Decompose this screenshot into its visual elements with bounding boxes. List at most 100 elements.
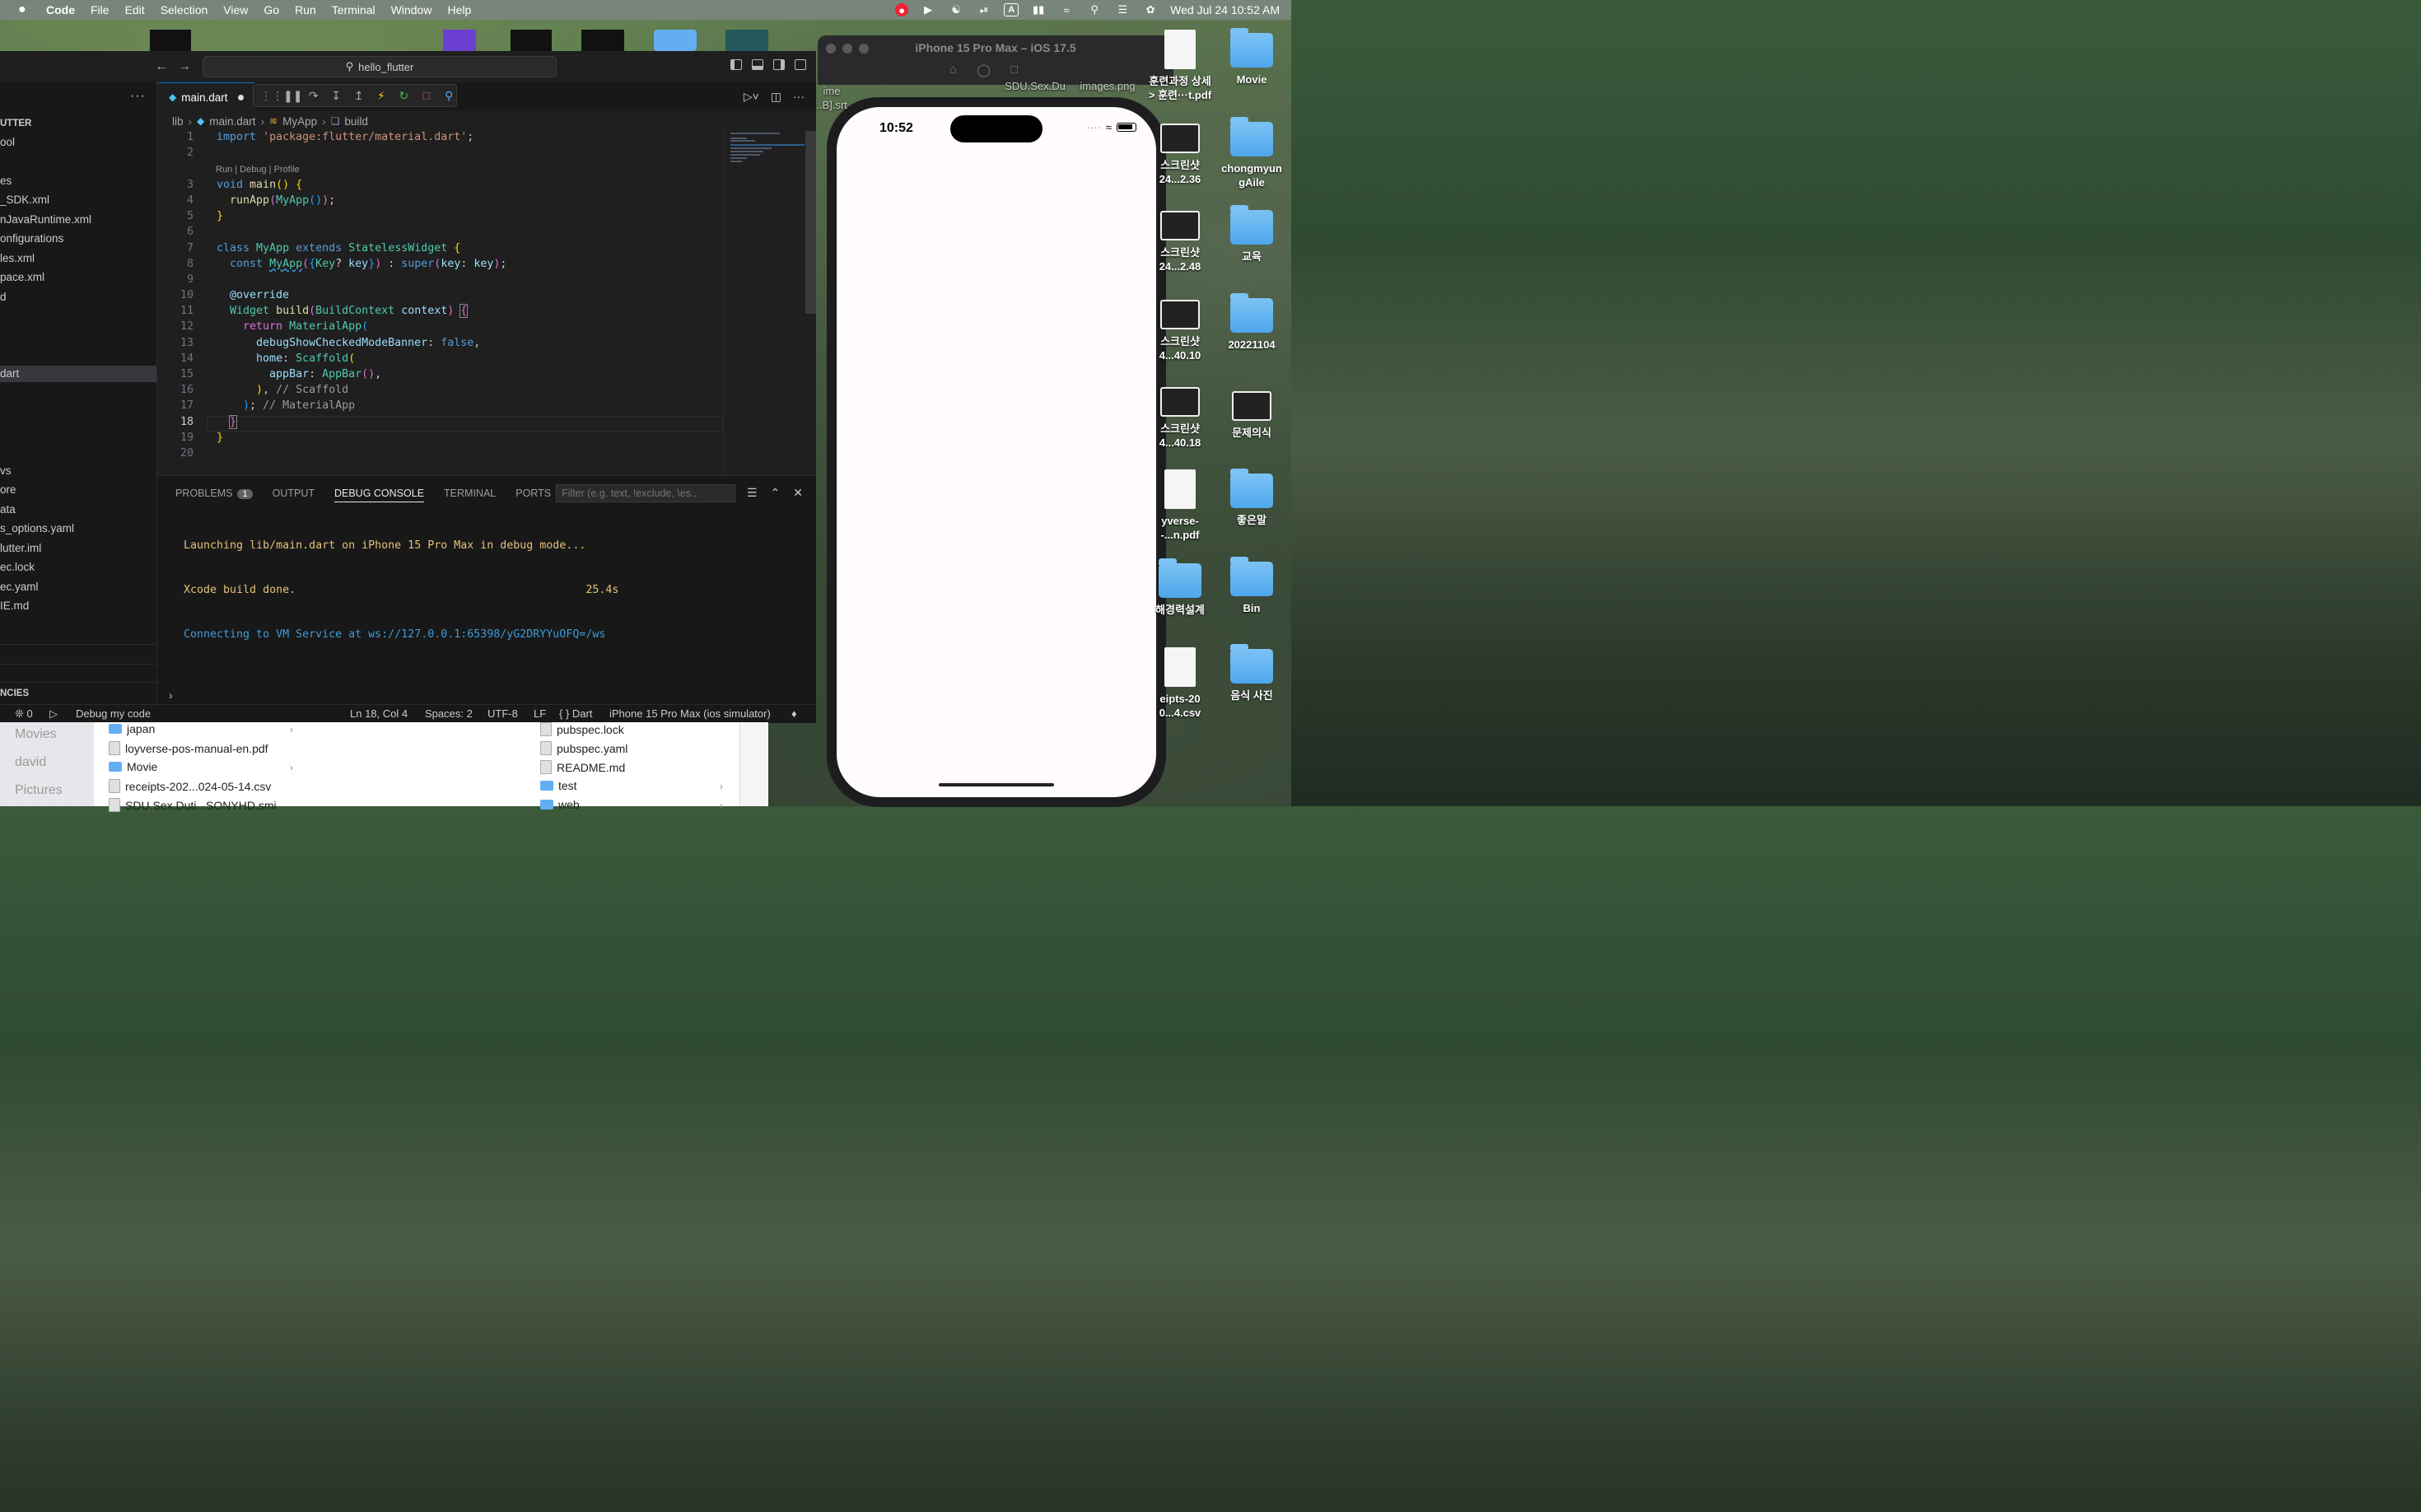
desktop-thumbnail[interactable] (511, 30, 552, 51)
tab-output[interactable]: OUTPUT (273, 488, 315, 502)
code-line[interactable]: } (217, 432, 223, 444)
code-line[interactable]: return MaterialApp( (217, 320, 368, 333)
finder-row[interactable]: receipts-202...024-05-14.csv (109, 779, 271, 793)
more-actions-icon[interactable]: ··· (130, 89, 146, 104)
explorer-item[interactable]: s_options.yaml (0, 520, 74, 537)
stop-icon[interactable]: □ (419, 89, 433, 102)
screenshot-icon[interactable]: ◯ (977, 63, 991, 77)
ports-forwarded[interactable]: ❊ 0 (15, 707, 33, 721)
forward-arrow-icon[interactable]: → (178, 59, 191, 74)
finder-row[interactable]: SDU.Sex.Duti...SONYHD.smi (109, 798, 277, 812)
code-line[interactable]: runApp(MyApp()); (217, 194, 335, 207)
tab-ports[interactable]: PORTS (515, 488, 551, 502)
desktop-icon-thumb[interactable]: 스크린샷 24...2.48 (1143, 211, 1217, 273)
control-center-icon[interactable]: ☰ (1114, 3, 1131, 16)
command-center[interactable]: ⚲ hello_flutter (203, 56, 557, 77)
minimap[interactable] (723, 131, 806, 475)
code-line[interactable]: class MyApp extends StatelessWidget { (217, 242, 460, 254)
desktop-file-label[interactable]: SDU.Sex.Du (998, 79, 1072, 93)
toggle-primary-sidebar-icon[interactable] (730, 59, 742, 70)
menu-edit[interactable]: Edit (125, 3, 145, 16)
finder-row[interactable]: test (540, 779, 577, 792)
explorer-item[interactable]: ata (0, 502, 16, 518)
debug-run-icon[interactable]: ▷ (49, 707, 58, 721)
explorer-item[interactable]: onfigurations (0, 231, 63, 247)
step-over-icon[interactable]: ↷ (306, 89, 320, 103)
menu-file[interactable]: File (91, 3, 110, 16)
breadcrumb-class[interactable]: MyApp (282, 115, 317, 128)
explorer-item[interactable]: ec.yaml (0, 579, 39, 595)
devtools-search-icon[interactable]: ⚲ (442, 89, 456, 103)
desktop-icon-folder[interactable]: Bin (1215, 557, 1289, 615)
spotlight-search-icon[interactable]: ⚲ (1086, 3, 1103, 16)
desktop-thumbnail[interactable] (725, 30, 768, 51)
desktop-file-label[interactable]: ime ..B].srt (803, 79, 861, 112)
language-mode[interactable]: { } Dart (559, 707, 592, 720)
upwork-icon[interactable]: ☯ (948, 3, 964, 16)
explorer-item[interactable]: les.xml (0, 250, 35, 267)
finder-row[interactable]: Movie (109, 760, 157, 773)
desktop-icon-folder[interactable]: 교육 (1215, 205, 1289, 264)
desktop-icon-thumb[interactable]: 스크린샷 24...2.36 (1143, 124, 1217, 186)
code-line[interactable]: appBar: AppBar(), (217, 368, 381, 380)
explorer-section-header[interactable]: NCIES (0, 685, 29, 702)
cursor-position[interactable]: Ln 18, Col 4 (350, 707, 408, 720)
codelens-run-debug-profile[interactable]: Run | Debug | Profile (216, 165, 300, 175)
rotate-icon[interactable]: □ (1010, 63, 1018, 77)
code-line[interactable]: ), // Scaffold (217, 384, 348, 396)
unsaved-dot-icon[interactable] (237, 94, 244, 100)
split-editor-icon[interactable]: ◫ (771, 90, 781, 104)
code-line[interactable]: void main() { (217, 179, 302, 191)
clear-console-icon[interactable]: ☰ (747, 486, 758, 500)
breadcrumb-lib[interactable]: lib (172, 115, 184, 128)
explorer-item[interactable]: vs (0, 463, 12, 479)
code-line[interactable]: } (217, 210, 223, 222)
code-line[interactable]: const MyApp({Key? key}) : super(key: key… (217, 258, 506, 270)
tab-main-dart[interactable]: ◆ main.dart (157, 82, 254, 111)
finder-row[interactable]: japan (109, 722, 155, 735)
menu-view[interactable]: View (223, 3, 248, 16)
explorer-item[interactable]: ore (0, 482, 16, 498)
back-arrow-icon[interactable]: ← (155, 59, 168, 74)
explorer-item[interactable]: lutter.iml (0, 540, 41, 557)
toggle-panel-icon[interactable] (752, 59, 763, 70)
menu-bar-clock[interactable]: Wed Jul 24 10:52 AM (1170, 3, 1280, 16)
desktop-icon-folder[interactable]: 좋은말 (1215, 469, 1289, 527)
restart-icon[interactable]: ↻ (397, 89, 411, 103)
customize-layout-icon[interactable] (795, 59, 806, 70)
code-line[interactable]: } (217, 415, 238, 429)
home-icon[interactable]: ⌂ (949, 63, 957, 77)
code-line[interactable]: Widget build(BuildContext context) { (217, 304, 469, 318)
notifications-icon[interactable]: ♦ (791, 707, 797, 720)
run-debug-icon[interactable]: ▷˅ (744, 90, 759, 104)
code-line[interactable]: ); // MaterialApp (217, 399, 355, 412)
code-editor[interactable]: 1 import 'package:flutter/material.dart';… (157, 131, 723, 475)
sidebar-item-david[interactable]: david (15, 755, 46, 770)
desktop-icon-doc[interactable]: eipts-20 0...4.csv (1143, 647, 1217, 720)
siri-icon[interactable]: ✿ (1142, 3, 1159, 16)
desktop-icon-doc[interactable]: yverse- -...n.pdf (1143, 469, 1217, 542)
console-filter-input[interactable] (556, 484, 735, 502)
menu-run[interactable]: Run (295, 3, 316, 16)
debug-config[interactable]: Debug my code (76, 707, 151, 720)
sidebar-item-movies[interactable]: Movies (15, 727, 57, 742)
desktop-folder[interactable] (654, 30, 697, 51)
play-status-icon[interactable]: ▶ (920, 3, 936, 16)
indentation[interactable]: Spaces: 2 (425, 707, 473, 720)
step-out-icon[interactable]: ↥ (352, 89, 366, 103)
desktop-thumbnail[interactable] (443, 30, 476, 51)
media-play-icon[interactable]: ⏯ (976, 3, 992, 16)
encoding[interactable]: UTF-8 (487, 707, 518, 720)
desktop-icon-thumb[interactable]: 스크린샷 4...40.10 (1143, 300, 1217, 362)
desktop-icon-folder[interactable]: Movie (1215, 28, 1289, 86)
menu-help[interactable]: Help (447, 3, 471, 16)
desktop-icon-doc[interactable]: 훈련과정 상세 > 훈련···t.pdf (1143, 30, 1217, 102)
explorer-item[interactable]: pace.xml (0, 269, 44, 286)
explorer-item[interactable]: _SDK.xml (0, 192, 49, 208)
code-line[interactable]: import 'package:flutter/material.dart'; (217, 131, 473, 143)
menu-selection[interactable]: Selection (161, 3, 208, 16)
step-into-icon[interactable]: ↧ (329, 89, 343, 103)
desktop-icon-folder[interactable]: 해경력설계 (1143, 558, 1217, 617)
code-line[interactable]: home: Scaffold( (217, 352, 355, 365)
finder-row[interactable]: web (540, 798, 580, 811)
